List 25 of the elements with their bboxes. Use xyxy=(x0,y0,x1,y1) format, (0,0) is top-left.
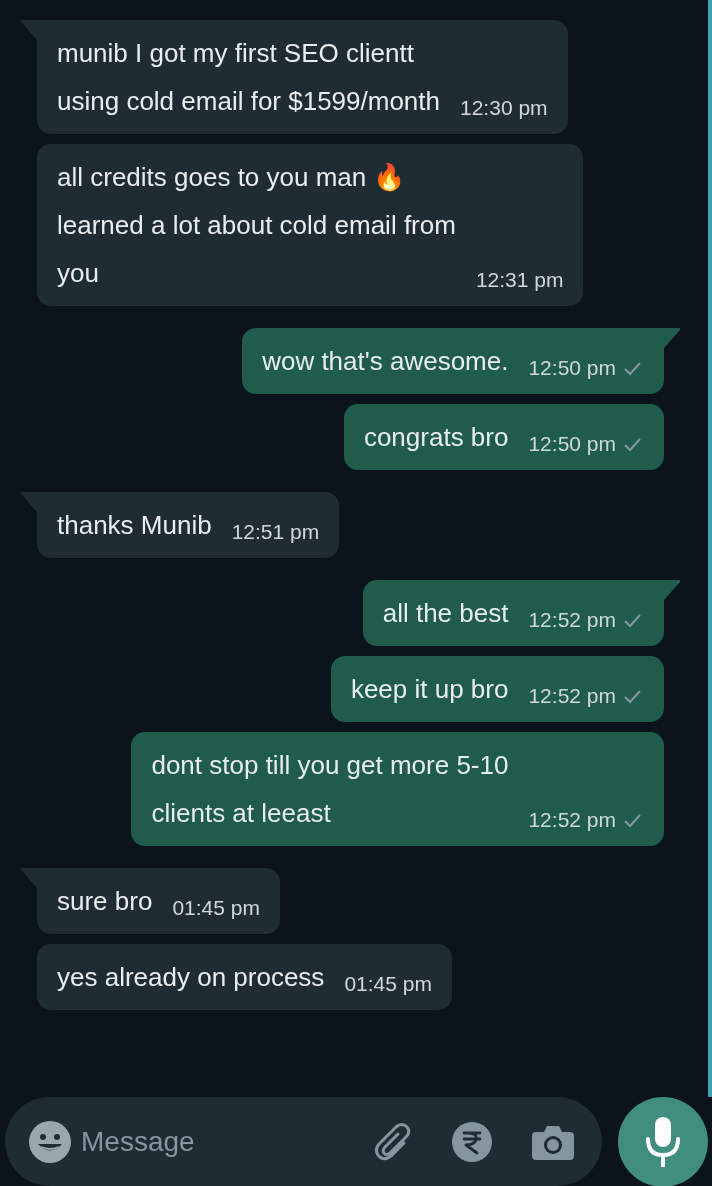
message-input-field[interactable]: Message xyxy=(81,1121,372,1162)
camera-icon[interactable] xyxy=(532,1123,574,1160)
message-text: sure bro xyxy=(57,885,153,918)
message-time: 12:50 pm xyxy=(528,431,616,457)
message-text: congrats bro xyxy=(363,421,509,454)
message-text: wow that's awesome. xyxy=(262,345,509,378)
message-text: keep it up bro xyxy=(350,673,509,706)
message-time: 12:30 pm xyxy=(460,95,548,121)
message-text: all the best xyxy=(382,597,509,630)
message-time: 12:51 pm xyxy=(231,519,320,545)
message-time: 12:52 pm xyxy=(528,683,616,709)
message-text: thanks Munib xyxy=(57,509,212,542)
microphone-icon xyxy=(645,1117,681,1167)
rupee-icon[interactable] xyxy=(452,1121,492,1162)
message-time: 01:45 pm xyxy=(344,971,432,997)
message-text: munib I got my first SEO clientt using cold email for $1599/month xyxy=(57,37,440,118)
message-time: 12:50 pm xyxy=(528,355,616,381)
message-time: 01:45 pm xyxy=(172,895,260,921)
emoji-icon[interactable] xyxy=(29,1120,71,1163)
message-text: all credits goes to you man 🔥 learned a lot about cold email from you xyxy=(57,161,456,290)
message-text: dont stop till you get more 5-10 clients at leeast xyxy=(151,749,509,830)
message-time: 12:31 pm xyxy=(475,267,564,293)
message-time: 12:52 pm xyxy=(528,807,616,833)
message-text: yes already on process xyxy=(57,961,325,994)
message-time: 12:52 pm xyxy=(528,607,616,633)
